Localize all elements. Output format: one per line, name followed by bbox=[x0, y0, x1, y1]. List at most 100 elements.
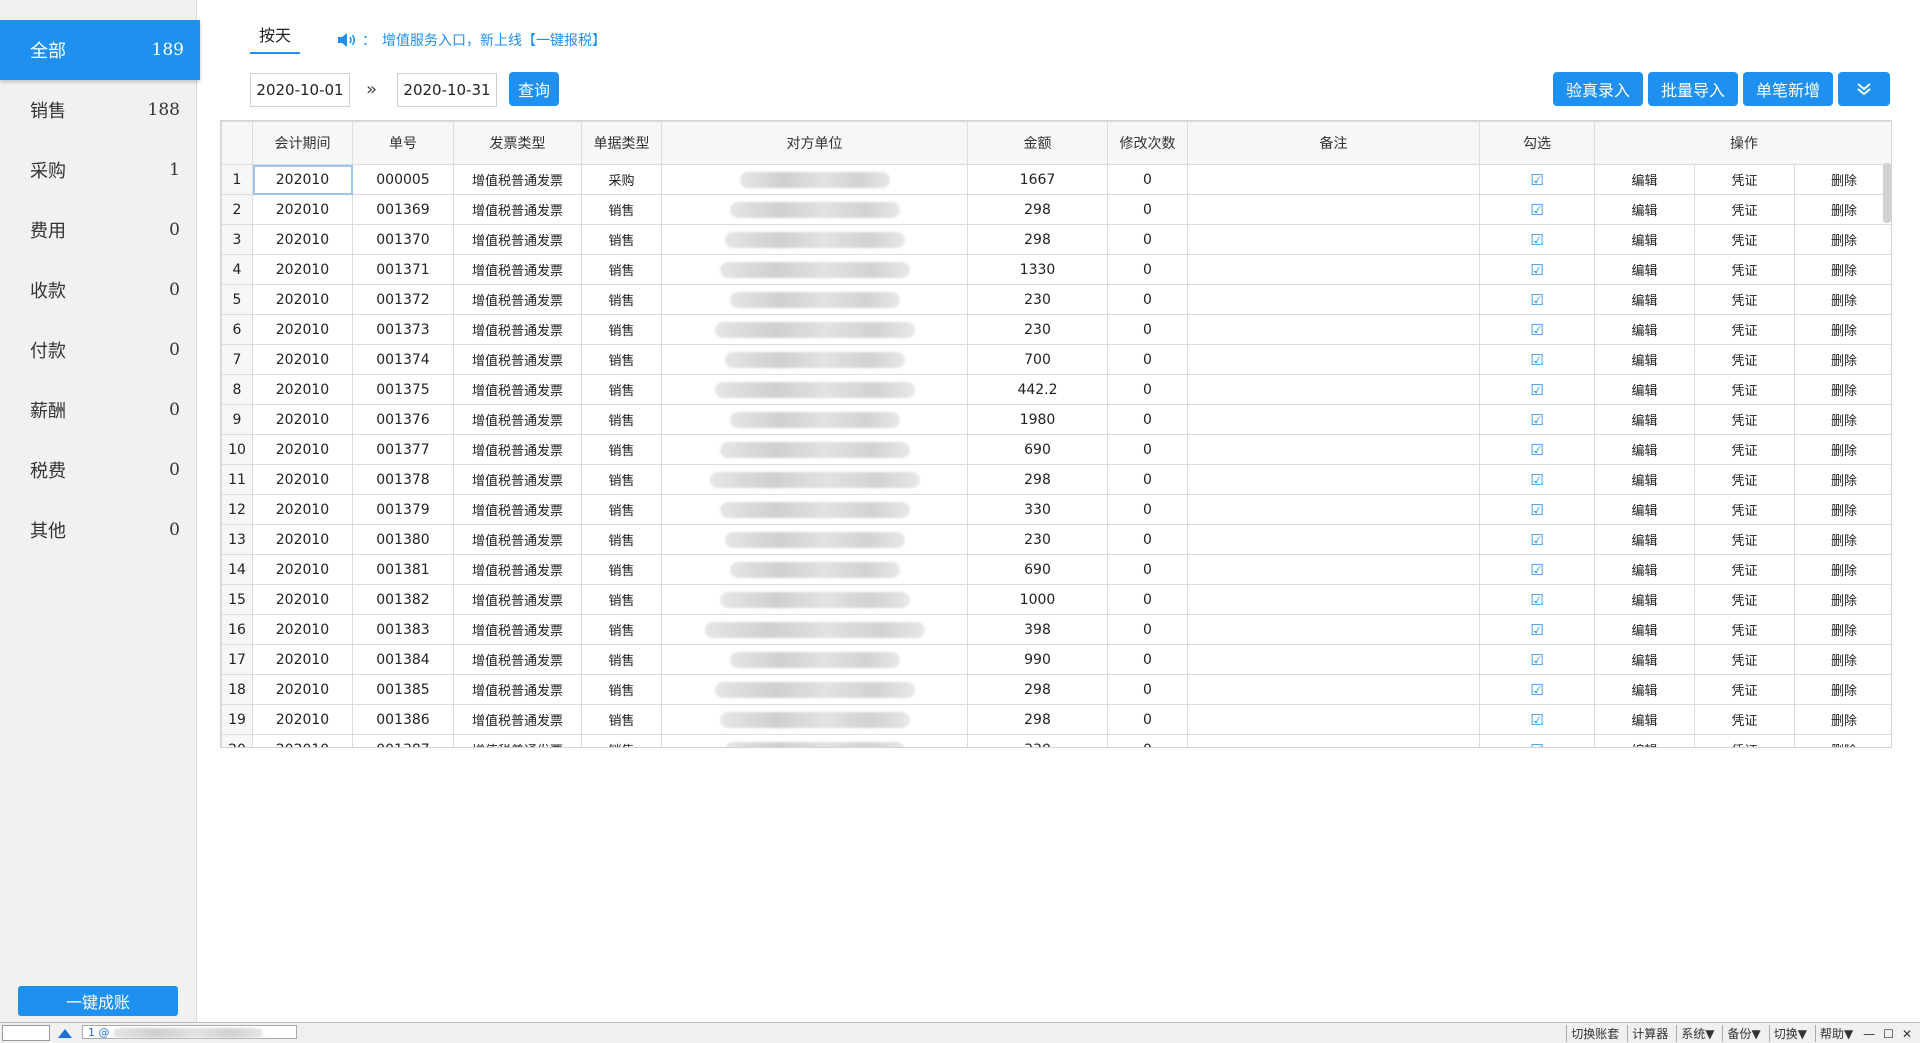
voucher-link[interactable]: 凭证 bbox=[1694, 734, 1795, 747]
invoice-type-cell[interactable]: 增值税普通发票 bbox=[453, 494, 582, 525]
invoice-type-cell[interactable]: 增值税普通发票 bbox=[453, 254, 582, 285]
amount-cell[interactable]: 298 bbox=[967, 224, 1108, 255]
doc-type-cell[interactable]: 销售 bbox=[581, 614, 662, 645]
rownum-cell[interactable]: 4 bbox=[221, 254, 253, 285]
modify-count-cell[interactable]: 0 bbox=[1107, 164, 1188, 195]
counterparty-cell[interactable] bbox=[661, 404, 968, 435]
number-cell[interactable]: 001377 bbox=[352, 434, 454, 465]
checkbox-checked-icon[interactable]: ☑ bbox=[1530, 621, 1543, 639]
number-cell[interactable]: 001373 bbox=[352, 314, 454, 345]
period-cell[interactable]: 202010 bbox=[252, 434, 353, 465]
counterparty-cell[interactable] bbox=[661, 284, 968, 315]
counterparty-cell[interactable] bbox=[661, 614, 968, 645]
sidebar-item-1[interactable]: 销售 188 bbox=[0, 80, 196, 140]
counterparty-cell[interactable] bbox=[661, 644, 968, 675]
edit-link[interactable]: 编辑 bbox=[1594, 494, 1695, 525]
edit-link[interactable]: 编辑 bbox=[1594, 404, 1695, 435]
period-cell[interactable]: 202010 bbox=[252, 284, 353, 315]
check-cell[interactable]: ☑ bbox=[1479, 254, 1595, 285]
voucher-link[interactable]: 凭证 bbox=[1694, 374, 1795, 405]
minimize-icon[interactable]: — bbox=[1861, 1027, 1877, 1041]
remark-cell[interactable] bbox=[1187, 254, 1480, 285]
invoice-type-cell[interactable]: 增值税普通发票 bbox=[453, 284, 582, 315]
rownum-cell[interactable]: 1 bbox=[221, 164, 253, 195]
invoice-type-cell[interactable]: 增值税普通发票 bbox=[453, 314, 582, 345]
rownum-cell[interactable]: 5 bbox=[221, 284, 253, 315]
remark-cell[interactable] bbox=[1187, 524, 1480, 555]
remark-cell[interactable] bbox=[1187, 374, 1480, 405]
status-menu-item[interactable]: 切换账套 bbox=[1566, 1025, 1623, 1042]
modify-count-cell[interactable]: 0 bbox=[1107, 734, 1188, 747]
modify-count-cell[interactable]: 0 bbox=[1107, 524, 1188, 555]
col-header-number[interactable]: 单号 bbox=[352, 121, 454, 165]
one-key-bookkeeping-button[interactable]: 一键成账 bbox=[18, 986, 178, 1016]
edit-link[interactable]: 编辑 bbox=[1594, 734, 1695, 747]
checkbox-checked-icon[interactable]: ☑ bbox=[1530, 591, 1543, 609]
amount-cell[interactable]: 1330 bbox=[967, 254, 1108, 285]
table-row[interactable]: 13 202010 001380 增值税普通发票 销售 230 0 ☑ 编辑 凭证 删除 bbox=[221, 524, 1891, 555]
modify-count-cell[interactable]: 0 bbox=[1107, 314, 1188, 345]
number-cell[interactable]: 000005 bbox=[352, 164, 454, 195]
date-to-input[interactable]: 2020-10-31 bbox=[397, 73, 497, 107]
delete-link[interactable]: 删除 bbox=[1793, 584, 1891, 615]
voucher-link[interactable]: 凭证 bbox=[1694, 614, 1795, 645]
status-menu-item[interactable]: 帮助▼ bbox=[1814, 1025, 1857, 1042]
remark-cell[interactable] bbox=[1187, 434, 1480, 465]
remark-cell[interactable] bbox=[1187, 584, 1480, 615]
delete-link[interactable]: 删除 bbox=[1793, 404, 1891, 435]
counterparty-cell[interactable] bbox=[661, 434, 968, 465]
doc-type-cell[interactable]: 销售 bbox=[581, 224, 662, 255]
delete-link[interactable]: 删除 bbox=[1793, 434, 1891, 465]
sidebar-item-8[interactable]: 其他 0 bbox=[0, 500, 196, 560]
check-cell[interactable]: ☑ bbox=[1479, 734, 1595, 747]
counterparty-cell[interactable] bbox=[661, 344, 968, 375]
table-row[interactable]: 8 202010 001375 增值税普通发票 销售 442.2 0 ☑ 编辑 凭证 删除 bbox=[221, 374, 1891, 405]
table-row[interactable]: 7 202010 001374 增值税普通发票 销售 700 0 ☑ 编辑 凭证 删除 bbox=[221, 344, 1891, 375]
invoice-type-cell[interactable]: 增值税普通发票 bbox=[453, 464, 582, 495]
check-cell[interactable]: ☑ bbox=[1479, 704, 1595, 735]
remark-cell[interactable] bbox=[1187, 344, 1480, 375]
period-cell[interactable]: 202010 bbox=[252, 224, 353, 255]
counterparty-cell[interactable] bbox=[661, 584, 968, 615]
amount-cell[interactable]: 230 bbox=[967, 314, 1108, 345]
remark-cell[interactable] bbox=[1187, 224, 1480, 255]
doc-type-cell[interactable]: 销售 bbox=[581, 464, 662, 495]
delete-link[interactable]: 删除 bbox=[1793, 344, 1891, 375]
voucher-link[interactable]: 凭证 bbox=[1694, 254, 1795, 285]
checkbox-checked-icon[interactable]: ☑ bbox=[1530, 201, 1543, 219]
amount-cell[interactable]: 330 bbox=[967, 494, 1108, 525]
check-cell[interactable]: ☑ bbox=[1479, 644, 1595, 675]
verify-entry-button[interactable]: 验真录入 bbox=[1553, 72, 1643, 106]
invoice-type-cell[interactable]: 增值税普通发票 bbox=[453, 164, 582, 195]
period-cell[interactable]: 202010 bbox=[252, 404, 353, 435]
counterparty-cell[interactable] bbox=[661, 164, 968, 195]
invoice-type-cell[interactable]: 增值税普通发票 bbox=[453, 584, 582, 615]
remark-cell[interactable] bbox=[1187, 734, 1480, 747]
remark-cell[interactable] bbox=[1187, 704, 1480, 735]
number-cell[interactable]: 001378 bbox=[352, 464, 454, 495]
period-cell[interactable]: 202010 bbox=[252, 674, 353, 705]
checkbox-checked-icon[interactable]: ☑ bbox=[1530, 171, 1543, 189]
amount-cell[interactable]: 1667 bbox=[967, 164, 1108, 195]
table-row[interactable]: 17 202010 001384 增值税普通发票 销售 990 0 ☑ 编辑 凭证 删除 bbox=[221, 644, 1891, 675]
voucher-link[interactable]: 凭证 bbox=[1694, 194, 1795, 225]
period-cell[interactable]: 202010 bbox=[252, 314, 353, 345]
tab-by-day[interactable]: 按天 bbox=[250, 22, 300, 54]
rownum-cell[interactable]: 8 bbox=[221, 374, 253, 405]
checkbox-checked-icon[interactable]: ☑ bbox=[1530, 411, 1543, 429]
edit-link[interactable]: 编辑 bbox=[1594, 674, 1695, 705]
invoice-type-cell[interactable]: 增值税普通发票 bbox=[453, 554, 582, 585]
doc-type-cell[interactable]: 销售 bbox=[581, 284, 662, 315]
counterparty-cell[interactable] bbox=[661, 374, 968, 405]
counterparty-cell[interactable] bbox=[661, 254, 968, 285]
voucher-link[interactable]: 凭证 bbox=[1694, 464, 1795, 495]
delete-link[interactable]: 删除 bbox=[1793, 314, 1891, 345]
doc-type-cell[interactable]: 销售 bbox=[581, 644, 662, 675]
check-cell[interactable]: ☑ bbox=[1479, 374, 1595, 405]
rownum-cell[interactable]: 19 bbox=[221, 704, 253, 735]
edit-link[interactable]: 编辑 bbox=[1594, 434, 1695, 465]
table-row[interactable]: 5 202010 001372 增值税普通发票 销售 230 0 ☑ 编辑 凭证 删除 bbox=[221, 284, 1891, 315]
modify-count-cell[interactable]: 0 bbox=[1107, 374, 1188, 405]
sidebar-item-4[interactable]: 收款 0 bbox=[0, 260, 196, 320]
rownum-cell[interactable]: 6 bbox=[221, 314, 253, 345]
